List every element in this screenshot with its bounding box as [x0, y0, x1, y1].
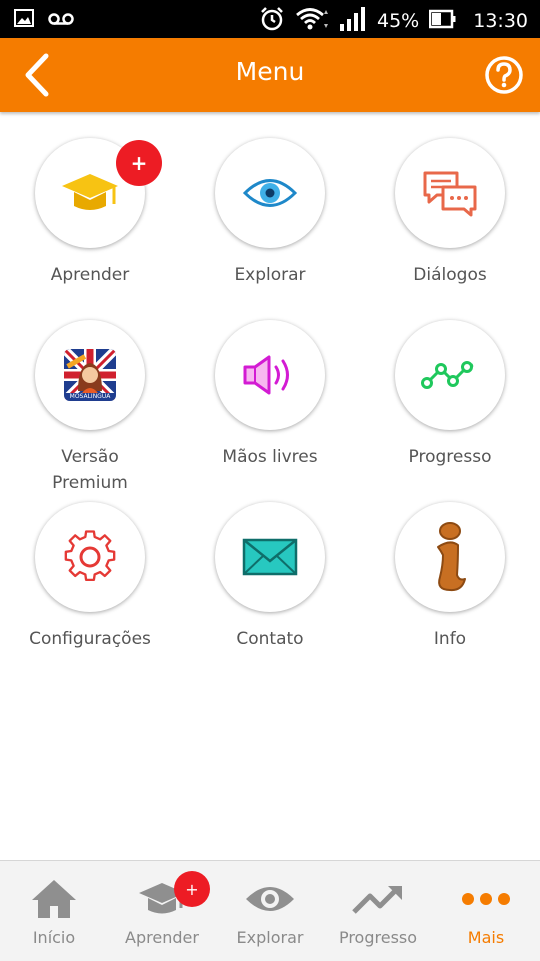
- menu-item-aprender[interactable]: + Aprender: [0, 112, 180, 292]
- progress-line-icon: [421, 361, 474, 389]
- menu-item-label: Info: [433, 629, 467, 649]
- menu-item-label: Explorar: [234, 265, 306, 285]
- signal-icon: [339, 6, 367, 36]
- new-badge: +: [174, 871, 210, 907]
- nav-label: Aprender: [125, 928, 199, 947]
- premium-icon-circle[interactable]: MOSALINGUA: [35, 320, 145, 430]
- more-dots-icon: [462, 893, 510, 905]
- nav-label: Início: [32, 928, 76, 947]
- contato-icon-circle[interactable]: [215, 502, 325, 612]
- speaker-icon: [243, 355, 289, 395]
- mosalingua-icon-text: MOSALINGUA: [69, 393, 111, 400]
- menu-item-dialogos[interactable]: Diálogos: [360, 112, 540, 292]
- menu-item-label: Progresso: [408, 447, 492, 467]
- configuracoes-icon-circle[interactable]: [35, 502, 145, 612]
- app-bar: Menu: [0, 38, 540, 112]
- nav-label: Progresso: [338, 928, 418, 947]
- nav-item-mais[interactable]: Mais: [432, 861, 540, 961]
- nav-item-explorar[interactable]: Explorar: [216, 861, 324, 961]
- new-badge: +: [116, 140, 162, 186]
- nav-label: Mais: [467, 928, 505, 947]
- menu-item-label: Configurações: [29, 629, 151, 649]
- chat-bubbles-icon: [423, 171, 477, 217]
- info-icon-circle[interactable]: [395, 502, 505, 612]
- menu-item-label: Diálogos: [413, 265, 487, 285]
- mosalingua-app-icon: MOSALINGUA: [64, 349, 116, 401]
- battery-percent: 45%: [377, 10, 420, 32]
- progresso-icon-circle[interactable]: [395, 320, 505, 430]
- gear-icon: [64, 530, 116, 582]
- page-title: Menu: [235, 57, 305, 86]
- wifi-icon: [295, 6, 329, 36]
- nav-item-progresso[interactable]: Progresso: [324, 861, 432, 961]
- alarm-icon: [259, 6, 285, 36]
- nav-label: Explorar: [236, 928, 304, 947]
- eye-icon: [246, 887, 294, 911]
- menu-item-versao-premium[interactable]: MOSALINGUA Versão Premium: [0, 294, 180, 493]
- explorar-icon-circle[interactable]: [215, 138, 325, 248]
- maos-livres-icon-circle[interactable]: [215, 320, 325, 430]
- home-icon: [32, 880, 76, 918]
- menu-item-label: Contato: [236, 629, 304, 649]
- voicemail-icon: [48, 11, 74, 30]
- eye-icon: [242, 179, 298, 207]
- status-bar: 45% 13:30: [0, 0, 540, 38]
- menu-item-maos-livres[interactable]: Mãos livres: [180, 294, 360, 474]
- gallery-icon: [14, 8, 34, 32]
- dialogos-icon-circle[interactable]: [395, 138, 505, 248]
- trending-up-icon: [352, 886, 402, 914]
- help-button[interactable]: [484, 55, 524, 95]
- clock: 13:30: [473, 10, 528, 32]
- menu-item-label-line1: Versão: [61, 447, 119, 467]
- menu-item-explorar[interactable]: Explorar: [180, 112, 360, 292]
- help-circle-icon: [485, 56, 523, 94]
- menu-item-info[interactable]: Info: [360, 476, 540, 656]
- menu-item-contato[interactable]: Contato: [180, 476, 360, 656]
- graduation-cap-icon: [62, 174, 118, 210]
- envelope-icon: [242, 538, 298, 576]
- menu-item-configuracoes[interactable]: Configurações: [0, 476, 180, 656]
- info-icon: [437, 522, 466, 592]
- menu-item-progresso[interactable]: Progresso: [360, 294, 540, 474]
- menu-item-label: Aprender: [50, 265, 130, 285]
- nav-item-aprender[interactable]: + Aprender: [108, 861, 216, 961]
- menu-item-label: Mãos livres: [222, 447, 318, 467]
- nav-item-inicio[interactable]: Início: [0, 861, 108, 961]
- bottom-navigation: Início + Aprender Explorar Progresso Mai…: [0, 860, 540, 961]
- battery-icon: [428, 8, 457, 34]
